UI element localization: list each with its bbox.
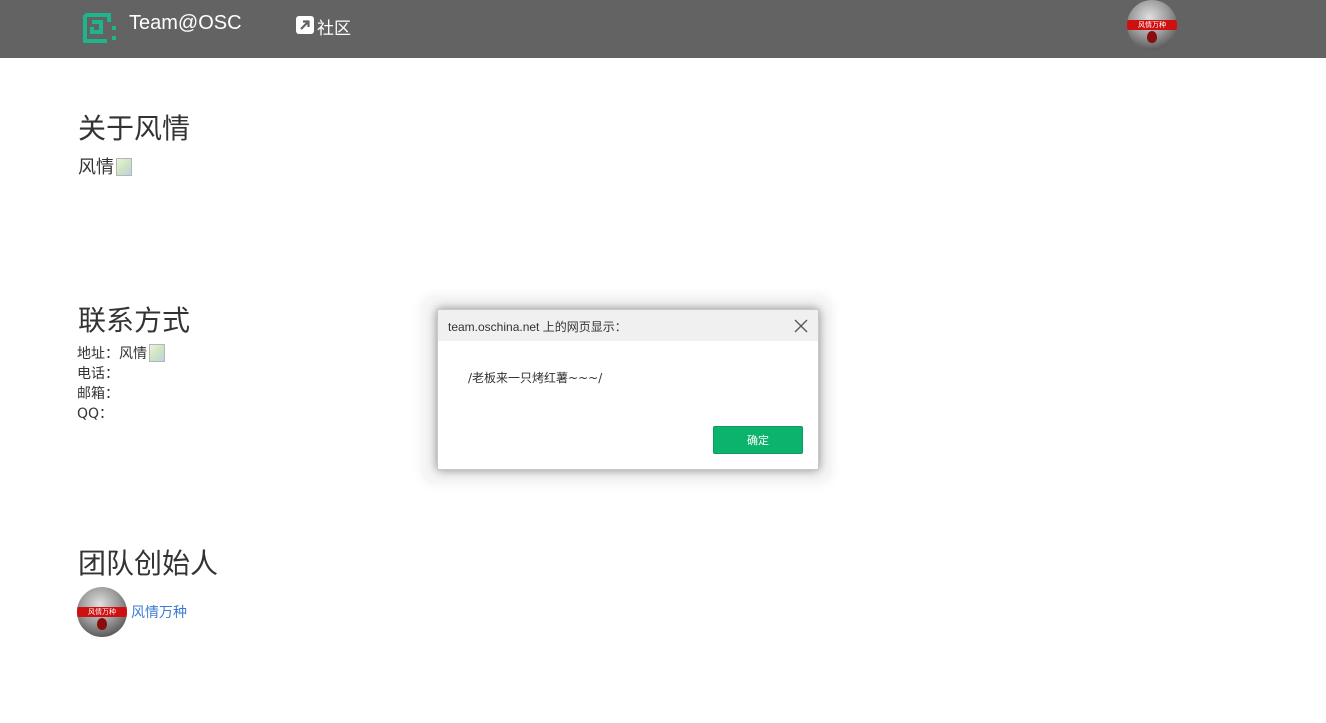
close-icon[interactable] xyxy=(793,318,809,334)
community-link[interactable]: 社区 xyxy=(296,14,351,40)
address-value: 风情 xyxy=(119,346,147,362)
contact-qq: QQ： xyxy=(77,406,114,422)
about-title: 关于风情 xyxy=(78,112,191,145)
address-label: 地址： xyxy=(77,346,119,362)
rose-graphic xyxy=(1147,31,1157,43)
ok-button[interactable]: 确定 xyxy=(713,426,803,454)
rose-graphic xyxy=(97,618,107,630)
contact-phone: 电话： xyxy=(77,366,119,382)
top-navbar: Team@OSC 社区 风情万种 xyxy=(0,0,1326,58)
dialog-message: /老板来一只烤红薯~~~/ xyxy=(468,371,603,385)
about-text-value: 风情 xyxy=(78,157,114,178)
founder-avatar[interactable]: 风情万种 xyxy=(77,587,127,637)
contact-address: 地址：风情 xyxy=(77,343,165,364)
avatar-caption: 风情万种 xyxy=(77,607,127,617)
alert-dialog: team.oschina.net 上的网页显示： /老板来一只烤红薯~~~/ 确… xyxy=(437,309,819,470)
contact-list: 地址：风情 电话： 邮箱： QQ： xyxy=(77,343,165,424)
dialog-header: team.oschina.net 上的网页显示： xyxy=(438,310,818,341)
community-label: 社区 xyxy=(317,19,351,39)
founders-title: 团队创始人 xyxy=(78,547,219,580)
broken-image-icon xyxy=(116,157,132,176)
brand-link[interactable]: Team@OSC xyxy=(129,12,242,35)
founder-name-link[interactable]: 风情万种 xyxy=(131,602,187,622)
about-text: 风情 xyxy=(78,153,132,179)
contact-email: 邮箱： xyxy=(77,386,119,402)
dialog-title: team.oschina.net 上的网页显示： xyxy=(448,320,627,334)
user-avatar[interactable]: 风情万种 xyxy=(1127,0,1177,50)
external-link-icon xyxy=(296,15,314,34)
avatar-caption: 风情万种 xyxy=(1127,20,1177,30)
broken-image-icon xyxy=(149,343,165,362)
team-osc-logo-icon[interactable] xyxy=(81,11,119,45)
contact-title: 联系方式 xyxy=(78,304,191,337)
